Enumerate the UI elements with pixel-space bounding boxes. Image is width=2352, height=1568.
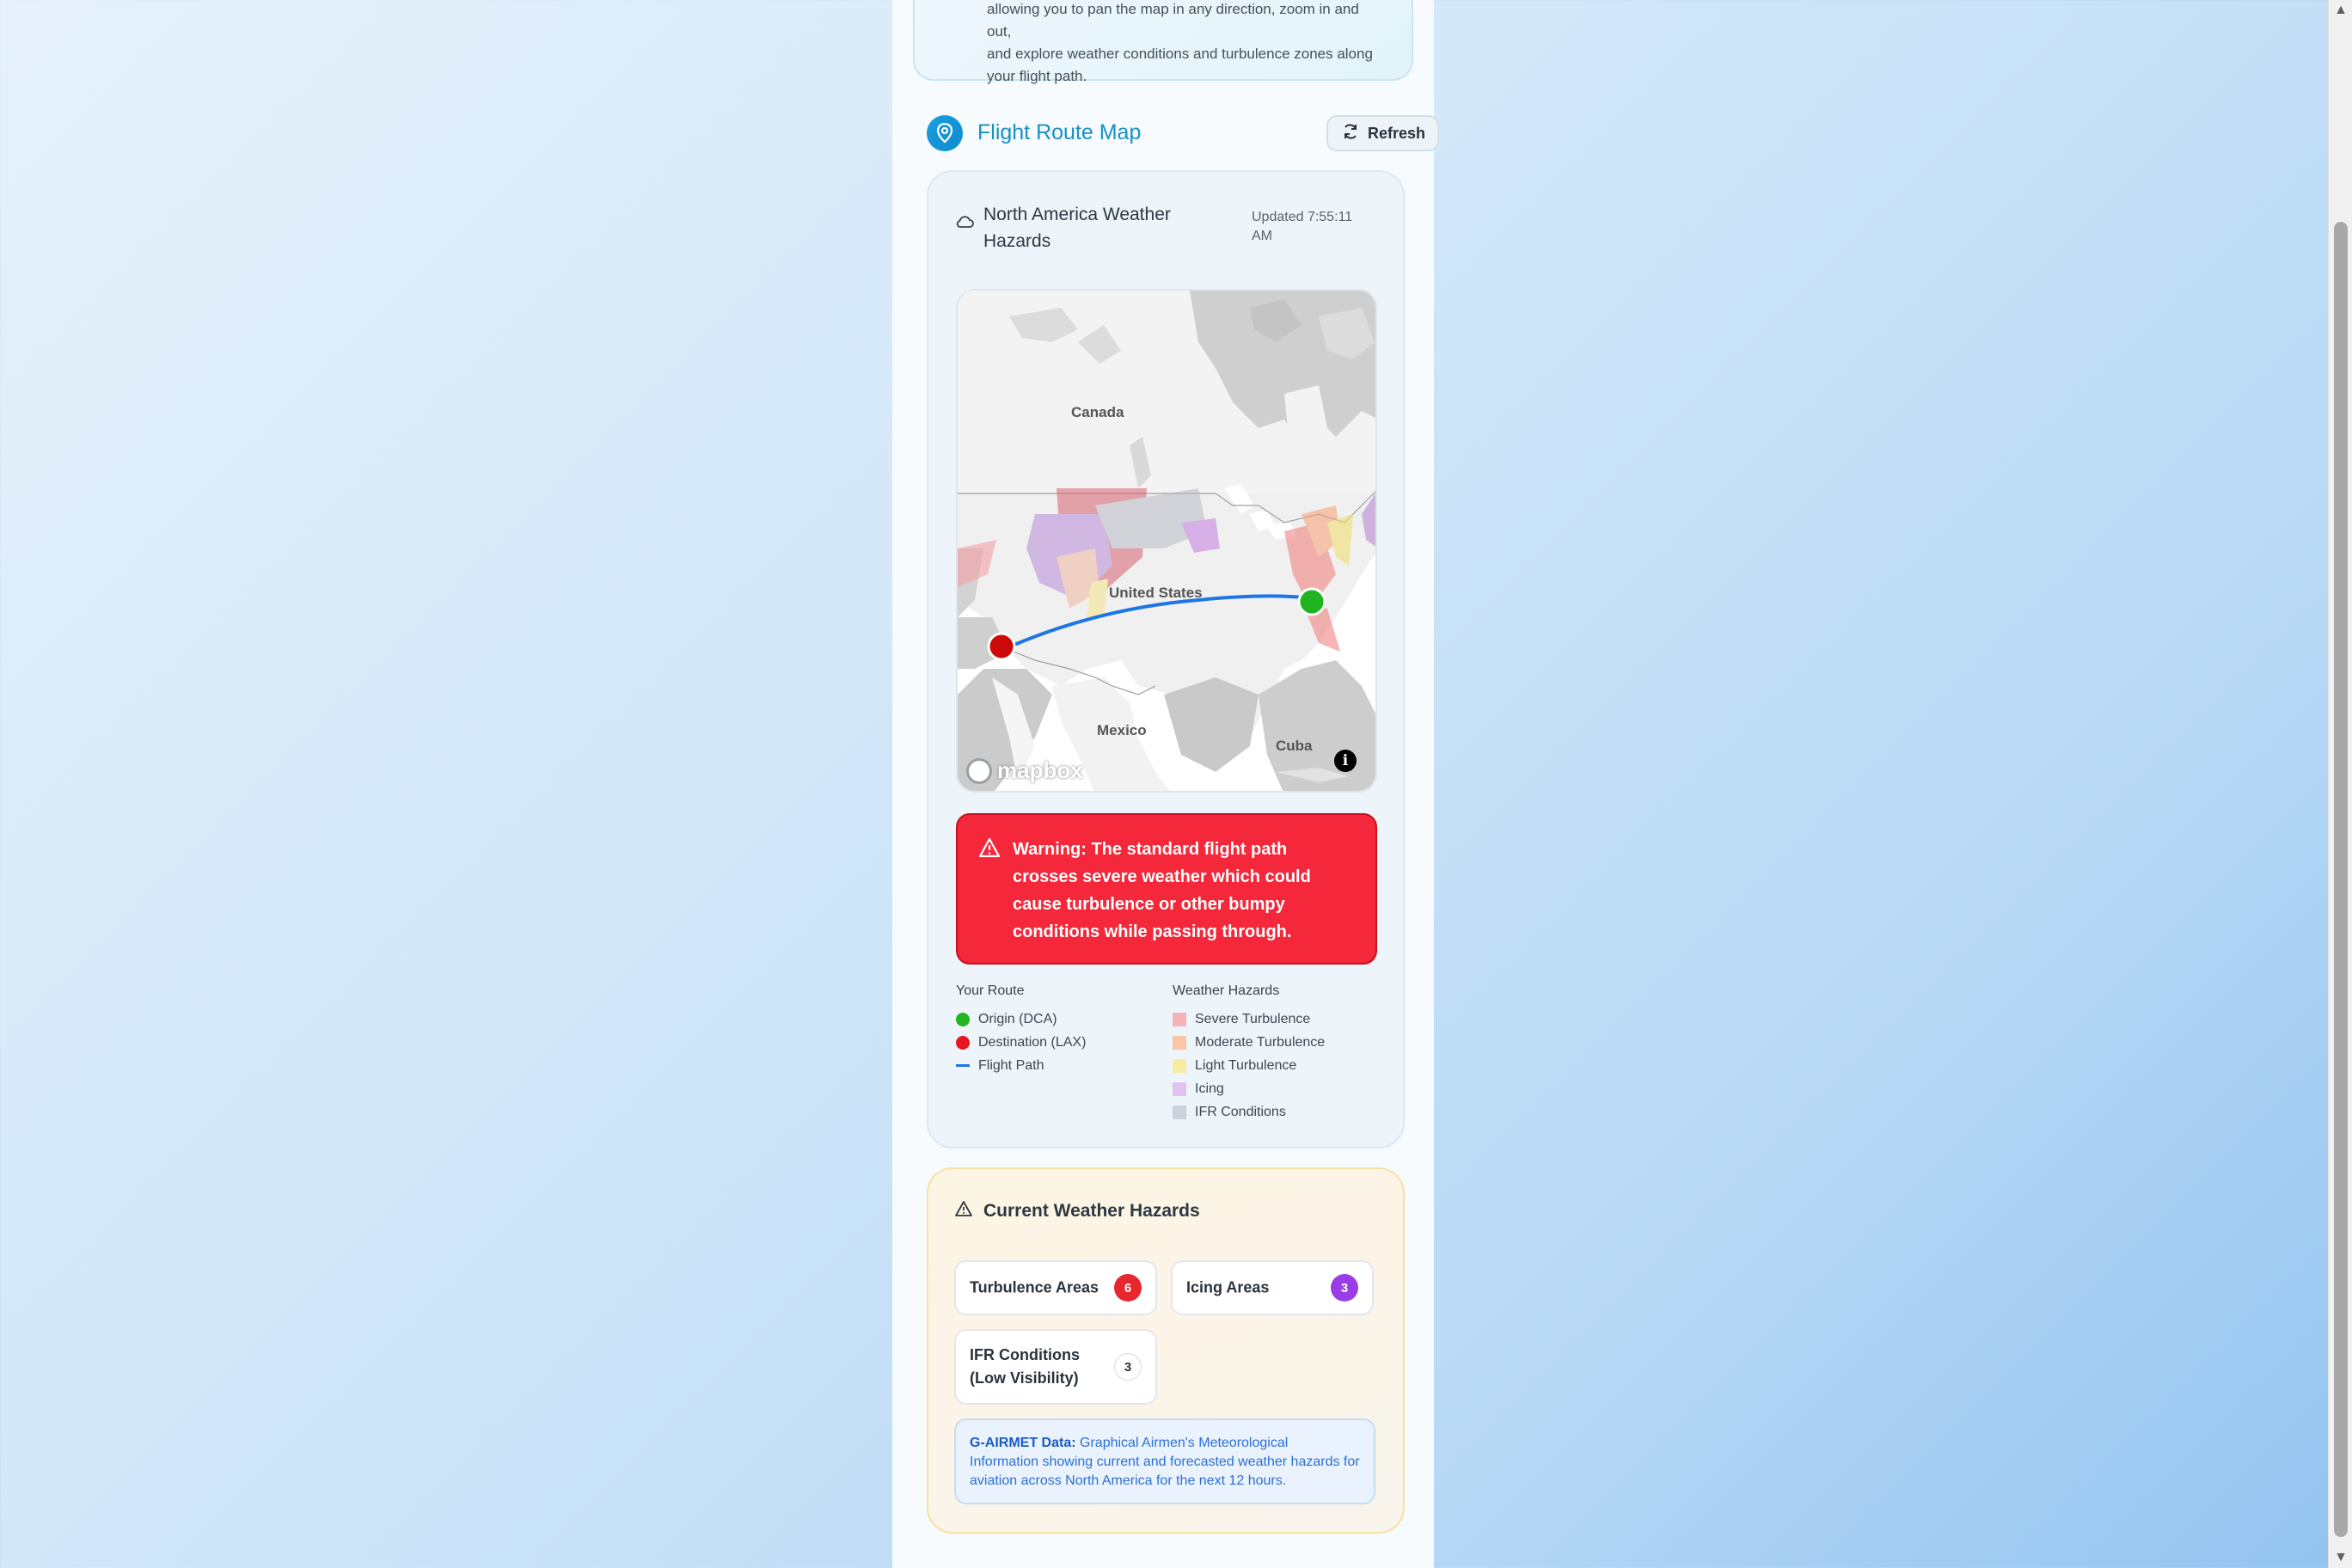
legend-light-turbulence-label: Light Turbulence [1195, 1057, 1297, 1073]
icing-areas-chip[interactable]: Icing Areas 3 [1171, 1260, 1374, 1315]
scroll-up-arrow-icon[interactable]: ▲ [2329, 0, 2352, 21]
intro-text-line-2: and explore weather conditions and turbu… [987, 46, 1373, 62]
warning-text: Warning: The standard flight path crosse… [1013, 840, 1311, 941]
refresh-icon [1342, 123, 1359, 144]
info-icon[interactable]: i [1334, 750, 1357, 772]
legend-severe-turbulence-label: Severe Turbulence [1195, 1011, 1311, 1026]
ifr-conditions-label-line-2: (Low Visibility) [970, 1369, 1079, 1387]
legend-destination-label: Destination (LAX) [978, 1034, 1087, 1050]
legend-moderate-turbulence: Moderate Turbulence [1173, 1031, 1325, 1054]
icing-swatch [1173, 1081, 1186, 1096]
legend-flight-path: Flight Path [956, 1054, 1086, 1077]
alert-triangle-icon [954, 1200, 973, 1222]
ifr-count-badge: 3 [1114, 1353, 1142, 1381]
scrollbar-thumb[interactable] [2334, 222, 2348, 1537]
gairmet-title: G-AIRMET Data: [970, 1436, 1076, 1450]
legend-origin-label: Origin (DCA) [978, 1011, 1057, 1026]
content-column: allowing you to pan the map in any direc… [892, 0, 1439, 1568]
moderate-turbulence-swatch [1173, 1035, 1186, 1050]
route-legend-title: Your Route [956, 983, 1025, 998]
origin-dot-icon [956, 1012, 970, 1026]
map-label-mexico: Mexico [1097, 722, 1147, 738]
legend-flight-path-label: Flight Path [978, 1057, 1044, 1073]
legend-ifr-conditions-label: IFR Conditions [1195, 1104, 1286, 1119]
severe-turbulence-swatch [1173, 1012, 1186, 1026]
intro-text-line-3: your flight path. [987, 68, 1087, 84]
page-scrollbar[interactable]: ▲ ▼ [2328, 0, 2352, 1568]
scroll-down-arrow-icon[interactable]: ▼ [2329, 1547, 2352, 1568]
cloud-icon [956, 215, 975, 233]
legend-origin: Origin (DCA) [956, 1008, 1086, 1031]
current-hazards-panel: Current Weather Hazards Turbulence Areas… [927, 1167, 1405, 1534]
map-pin-icon [927, 115, 963, 151]
legend-icing-label: Icing [1195, 1081, 1224, 1096]
legend-moderate-turbulence-label: Moderate Turbulence [1195, 1034, 1326, 1050]
destination-dot-icon [956, 1035, 970, 1050]
icing-count-badge: 3 [1331, 1274, 1358, 1302]
page-title: Flight Route Map [977, 120, 1142, 144]
refresh-button[interactable]: Refresh [1326, 115, 1439, 151]
turbulence-count-badge: 6 [1114, 1274, 1142, 1302]
intro-card: allowing you to pan the map in any direc… [913, 0, 1413, 84]
map-panel-header: North America Weather Hazards Updated 7:… [956, 201, 1377, 258]
legend-severe-turbulence: Severe Turbulence [1173, 1008, 1325, 1031]
refresh-label: Refresh [1367, 124, 1425, 142]
map-panel-title: North America Weather Hazards [983, 205, 1171, 251]
ifr-conditions-label-line-1: IFR Conditions [970, 1346, 1080, 1363]
legend-light-turbulence: Light Turbulence [1173, 1054, 1325, 1077]
legend-ifr-conditions: IFR Conditions [1173, 1100, 1325, 1124]
icing-areas-label: Icing Areas [1186, 1278, 1270, 1296]
map-label-united-states: United States [1109, 585, 1203, 601]
route-warning-alert: Warning: The standard flight path crosse… [956, 813, 1377, 965]
map-panel: North America Weather Hazards Updated 7:… [927, 170, 1405, 1148]
ifr-conditions-swatch [1173, 1105, 1186, 1119]
ifr-conditions-chip[interactable]: IFR Conditions (Low Visibility) 3 [954, 1329, 1157, 1405]
intro-text-line-1: allowing you to pan the map in any direc… [987, 1, 1359, 40]
ifr-conditions-label: IFR Conditions (Low Visibility) [970, 1344, 1080, 1390]
updated-timestamp: Updated 7:55:11 AM [1252, 210, 1353, 243]
legend-icing: Icing [1173, 1077, 1325, 1100]
map-label-canada: Canada [1071, 404, 1124, 420]
map-label-cuba: Cuba [1276, 738, 1313, 754]
hazards-header: Current Weather Hazards [954, 1200, 1200, 1222]
turbulence-areas-chip[interactable]: Turbulence Areas 6 [954, 1260, 1157, 1315]
flight-path-line-icon [956, 1064, 970, 1067]
hazards-title: Current Weather Hazards [983, 1201, 1200, 1221]
legend-destination: Destination (LAX) [956, 1031, 1086, 1054]
hazard-legend: Weather Hazards Severe Turbulence Modera… [1173, 983, 1325, 1124]
mapbox-text: mapbox [997, 757, 1083, 783]
hazard-legend-title: Weather Hazards [1173, 983, 1280, 998]
light-turbulence-swatch [1173, 1058, 1186, 1073]
turbulence-areas-label: Turbulence Areas [970, 1278, 1099, 1296]
route-legend: Your Route Origin (DCA) Destination (LAX… [956, 983, 1086, 1077]
mapbox-logo[interactable]: mapbox [966, 757, 1083, 784]
map-header: Flight Route Map Refresh [927, 112, 1439, 153]
mapbox-icon [966, 757, 992, 784]
weather-map[interactable]: Canada United States Mexico Cuba mapbox … [956, 289, 1377, 793]
warning-triangle-icon [978, 837, 1001, 867]
gairmet-info-box: G-AIRMET Data: Graphical Airmen's Meteor… [954, 1418, 1375, 1504]
